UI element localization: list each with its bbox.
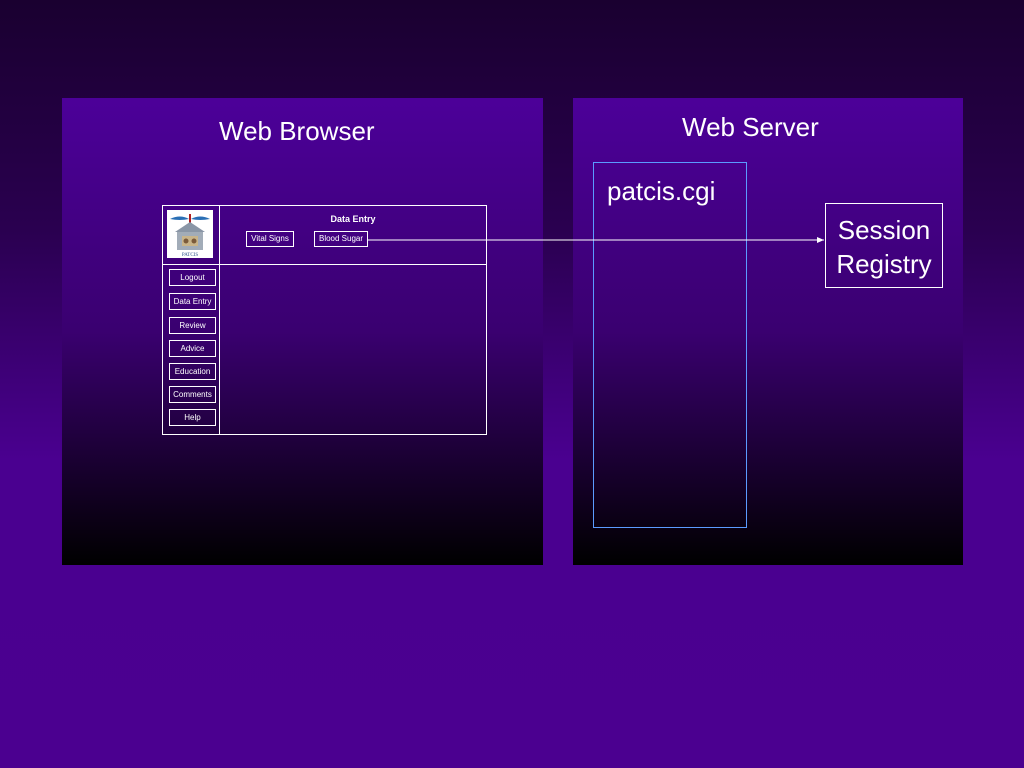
nav-comments-button[interactable]: Comments	[169, 386, 216, 403]
session-registry-box: Session Registry	[825, 203, 943, 288]
nav-advice-button[interactable]: Advice	[169, 340, 216, 357]
web-browser-title: Web Browser	[219, 116, 375, 146]
nav-data-entry-button[interactable]: Data Entry	[169, 293, 216, 310]
header-cell: Data Entry Vital Signs Blood Sugar	[219, 205, 487, 265]
web-browser-panel: Web Browser PATCIS Data Entry Vital Sign…	[62, 98, 543, 565]
web-server-title: Web Server	[682, 112, 819, 142]
caduceus-house-logo-icon: PATCIS	[167, 210, 213, 258]
nav-cell: Logout Data Entry Review Advice Educatio…	[162, 264, 220, 435]
header-title: Data Entry	[330, 214, 376, 224]
nav-education-button[interactable]: Education	[169, 363, 216, 380]
nav-review-button[interactable]: Review	[169, 317, 216, 334]
content-area	[219, 264, 487, 435]
logo-text: PATCIS	[182, 253, 198, 258]
tab-blood-sugar[interactable]: Blood Sugar	[314, 231, 368, 247]
patcis-cgi-label: patcis.cgi	[607, 176, 716, 206]
logo-cell: PATCIS	[162, 205, 220, 265]
nav-logout-button[interactable]: Logout	[169, 269, 216, 286]
session-registry-line2: Registry	[836, 249, 932, 279]
session-registry-line1: Session	[837, 215, 931, 245]
nav-help-button[interactable]: Help	[169, 409, 216, 426]
tab-vital-signs[interactable]: Vital Signs	[246, 231, 294, 247]
patcis-cgi-box: patcis.cgi	[593, 162, 747, 528]
web-server-panel: Web Server patcis.cgi Session Registry	[573, 98, 963, 565]
